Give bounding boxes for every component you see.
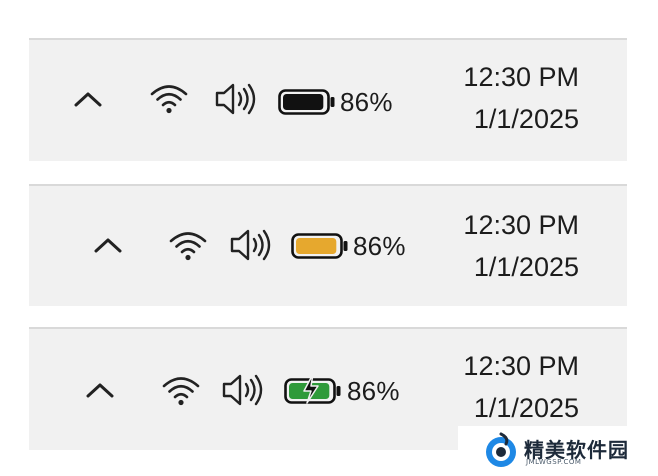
clock-date: 1/1/2025 [473, 393, 579, 423]
battery-icon[interactable] [278, 89, 336, 115]
chevron-up-icon[interactable] [73, 90, 103, 108]
wifi-icon[interactable] [168, 228, 208, 262]
clock-time: 12:30 PM [463, 351, 579, 381]
clock-time: 12:30 PM [463, 62, 579, 92]
wifi-icon[interactable] [161, 373, 201, 407]
battery-percentage: 86% [340, 87, 393, 117]
clock-date: 1/1/2025 [473, 104, 579, 134]
taskbar-tray-normal: 86% 12:30 PM 1/1/2025 [29, 38, 627, 161]
battery-percentage: 86% [347, 376, 400, 406]
speaker-icon[interactable] [214, 82, 260, 116]
wifi-icon[interactable] [149, 81, 189, 115]
chevron-up-icon[interactable] [85, 381, 115, 399]
speaker-icon[interactable] [221, 373, 267, 407]
battery-charging-icon[interactable] [284, 374, 342, 404]
clock-date: 1/1/2025 [473, 252, 579, 282]
chevron-up-icon[interactable] [93, 236, 123, 254]
battery-percentage: 86% [353, 231, 406, 261]
clock-time: 12:30 PM [463, 210, 579, 240]
watermark-url: JMLWGSP.COM [526, 458, 582, 466]
watermark-logo-icon [486, 432, 516, 467]
speaker-icon[interactable] [229, 228, 275, 262]
taskbar-tray-battery-saver: 86% 12:30 PM 1/1/2025 [29, 184, 627, 306]
watermark: 精美软件园 JMLWGSP.COM [458, 426, 658, 476]
battery-saver-icon[interactable] [291, 233, 349, 259]
